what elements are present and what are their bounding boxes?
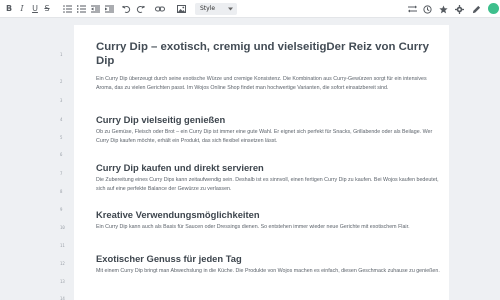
indent-icon	[104, 5, 114, 13]
outdent-icon	[90, 5, 100, 13]
line-number: 8	[60, 189, 63, 194]
section-paragraph[interactable]: Die Zubereitung eines Curry Dips kann ze…	[96, 176, 441, 194]
line-number: 7	[60, 171, 63, 176]
indent-button[interactable]	[104, 3, 114, 15]
document-title[interactable]: Curry Dip – exotisch, cremig und vielsei…	[96, 41, 441, 68]
history-button[interactable]	[422, 3, 432, 15]
line-number: 11	[60, 243, 65, 248]
redo-icon	[136, 5, 145, 13]
line-number: 13	[60, 279, 65, 284]
link-icon	[155, 6, 165, 12]
chevron-down-icon	[228, 7, 233, 11]
section-heading[interactable]: Exotischer Genuss für jeden Tag	[96, 253, 441, 264]
line-number-gutter: 1 2 3 4 5 6 7 8 9 10 11 12 13 14	[0, 19, 74, 300]
intro-paragraph[interactable]: Ein Curry Dip überzeugt durch seine exot…	[96, 75, 441, 93]
avatar[interactable]	[488, 3, 499, 14]
numbered-list-button[interactable]	[76, 3, 86, 15]
line-number: 12	[60, 261, 65, 266]
bold-label: B	[5, 4, 13, 13]
italic-button[interactable]: I	[18, 3, 26, 15]
line-number: 6	[60, 152, 63, 157]
bullet-list-icon	[62, 5, 72, 13]
line-number: 1	[60, 52, 63, 57]
underline-label: U	[32, 4, 38, 13]
swap-arrows-icon	[407, 5, 417, 13]
underline-button[interactable]: U	[31, 3, 39, 15]
line-number: 9	[60, 207, 63, 212]
strikethrough-label: S	[44, 4, 50, 13]
edit-button[interactable]	[471, 3, 481, 15]
style-select[interactable]: Style	[195, 3, 237, 15]
section-paragraph[interactable]: Ein Curry Dip kann auch als Basis für Sa…	[96, 223, 441, 232]
line-number: 4	[60, 117, 63, 122]
pencil-icon	[472, 5, 480, 13]
undo-button[interactable]	[121, 3, 131, 15]
section-heading[interactable]: Kreative Verwendungsmöglichkeiten	[96, 209, 441, 220]
image-icon	[176, 5, 186, 13]
line-number: 3	[60, 98, 63, 103]
line-number: 5	[60, 135, 63, 140]
favorite-button[interactable]	[438, 3, 448, 15]
swap-button[interactable]	[407, 3, 417, 15]
gear-icon	[454, 4, 464, 14]
history-icon	[422, 4, 432, 14]
bullet-list-button[interactable]	[62, 3, 72, 15]
italic-label: I	[20, 4, 24, 13]
star-icon	[438, 4, 448, 13]
undo-icon	[121, 5, 130, 13]
editor-toolbar: B I U S Style	[0, 0, 500, 18]
section-paragraph[interactable]: Mit einem Curry Dip bringt man Abwechslu…	[96, 267, 441, 276]
settings-button[interactable]	[454, 3, 464, 15]
strikethrough-button[interactable]: S	[43, 3, 51, 15]
section-heading[interactable]: Curry Dip vielseitig genießen	[96, 114, 441, 125]
bold-button[interactable]: B	[5, 3, 13, 15]
line-number: 2	[60, 79, 63, 84]
outdent-button[interactable]	[90, 3, 100, 15]
image-button[interactable]	[176, 3, 186, 15]
redo-button[interactable]	[135, 3, 145, 15]
section-paragraph[interactable]: Ob zu Gemüse, Fleisch oder Brot – ein Cu…	[96, 128, 441, 146]
line-number: 10	[60, 225, 65, 230]
link-button[interactable]	[155, 3, 165, 15]
numbered-list-icon	[76, 5, 86, 13]
section-heading[interactable]: Curry Dip kaufen und direkt servieren	[96, 162, 441, 173]
line-number: 14	[60, 296, 65, 300]
style-select-label: Style	[200, 5, 216, 12]
